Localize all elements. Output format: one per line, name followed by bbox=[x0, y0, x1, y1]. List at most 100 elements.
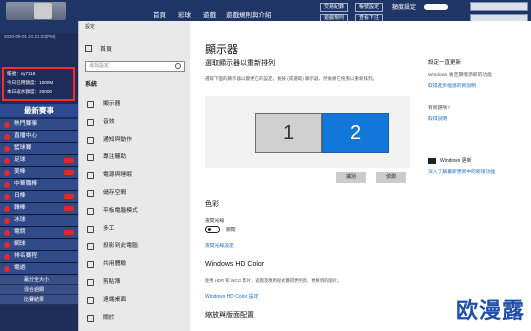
monitor-1-tile[interactable]: 1 bbox=[255, 113, 322, 153]
limit-toggle[interactable] bbox=[424, 4, 448, 10]
submenu-item[interactable]: 混合過關 bbox=[0, 285, 78, 295]
menu-item[interactable]: 中華職棒 bbox=[0, 179, 78, 191]
submenu-item[interactable]: 比賽結果 bbox=[0, 295, 78, 305]
menu-dot-icon bbox=[4, 194, 10, 200]
nav-link-home[interactable]: 首頁 bbox=[153, 9, 166, 19]
submenu-item[interactable]: 贏分全大小 bbox=[0, 275, 78, 285]
live-badge bbox=[64, 194, 74, 199]
menu-dot-icon bbox=[4, 146, 10, 152]
nav-item-shared[interactable]: 共用體驗 bbox=[79, 256, 191, 274]
night-light-settings-link[interactable]: 夜間光線設定 bbox=[205, 242, 234, 249]
user-account: 帳號：xy7118 bbox=[7, 71, 36, 76]
moon-icon bbox=[87, 154, 94, 162]
menu-dot-icon bbox=[4, 266, 10, 272]
related-text: Windows 會定期增添新的功能 bbox=[428, 73, 492, 78]
related-link[interactable]: 取得進步能感的新說明 bbox=[428, 82, 476, 89]
scale-heading: 縮放與版面配置 bbox=[205, 312, 254, 319]
clipboard-icon bbox=[87, 278, 94, 286]
menu-item[interactable]: 美棒 bbox=[0, 167, 78, 179]
menu-dot-icon bbox=[4, 170, 10, 176]
nav-item-about[interactable]: 關於 bbox=[79, 310, 191, 328]
search-icon bbox=[175, 63, 181, 69]
help-link[interactable]: 取得說明 bbox=[428, 115, 447, 122]
hdr-description: 使用 HDR 和 WCG 影片、遊戲及應用程式獲得更明亮、更鮮明的圖片。 bbox=[205, 278, 342, 283]
menu-dot-icon bbox=[4, 254, 10, 260]
monitor-icon bbox=[87, 101, 94, 108]
menu-dot-icon bbox=[4, 242, 10, 248]
speaker-icon bbox=[87, 118, 94, 126]
night-light-state: 關閉 bbox=[226, 228, 236, 233]
storage-icon bbox=[87, 189, 94, 197]
menu-item[interactable]: 日棒 bbox=[0, 191, 78, 203]
settings-nav-pane: 設定 首頁 尋找設定 系統 顯示器 音效 通知與動作 專注輔助 電源與睡眠 儲存… bbox=[78, 21, 190, 331]
nav-item-clipboard[interactable]: 剪貼簿 bbox=[79, 274, 191, 292]
nav-link-games[interactable]: 遊戲 bbox=[203, 9, 216, 19]
update-link[interactable]: 深入了解最新更新中的新增功能 bbox=[428, 168, 495, 175]
menu-dot-icon bbox=[4, 158, 10, 164]
nav-item-storage[interactable]: 儲存空間 bbox=[79, 185, 191, 203]
home-icon bbox=[85, 45, 92, 52]
account-button[interactable]: 帳號設定 bbox=[355, 3, 383, 12]
records-button[interactable]: 交易紀錄 bbox=[320, 3, 348, 12]
menu-item[interactable]: 韓棒 bbox=[0, 203, 78, 215]
window-title: 設定 bbox=[85, 24, 96, 30]
watermark: 欧漫露 bbox=[455, 299, 525, 324]
menu-dot-icon bbox=[4, 134, 10, 140]
share-icon bbox=[87, 261, 94, 269]
sidebar-heading: 最新賽事 bbox=[0, 104, 78, 117]
power-icon bbox=[87, 172, 94, 180]
menu-item[interactable]: 電競 bbox=[0, 227, 78, 239]
menu-dot-icon bbox=[4, 206, 10, 212]
nav-item-display[interactable]: 顯示器 bbox=[79, 96, 191, 114]
user-rebate-limit: 本日返水額度：20000 bbox=[7, 89, 52, 94]
nav-item-focus[interactable]: 專注輔助 bbox=[79, 149, 191, 167]
menu-item[interactable]: 籃球賽 bbox=[0, 143, 78, 155]
menu-dot-icon bbox=[4, 182, 10, 188]
info-icon bbox=[87, 314, 94, 322]
arrange-heading: 選取顯示器以重新排列 bbox=[205, 60, 275, 67]
nav-item-multitasking[interactable]: 多工 bbox=[79, 221, 191, 239]
user-info-box: 帳號：xy7118 今日已用額度：1000M 本日返水額度：20000 bbox=[2, 67, 75, 101]
nav-item-notifications[interactable]: 通知與動作 bbox=[79, 132, 191, 150]
menu-item[interactable]: 排名賽程 bbox=[0, 251, 78, 263]
nav-item-sound[interactable]: 音效 bbox=[79, 114, 191, 132]
nav-item-projecting[interactable]: 投影到此電腦 bbox=[79, 238, 191, 256]
settings-main-pane: 顯示器 選取顯示器以重新排列 選取下面的顯示器以變更它的設定。長按 (或選取) … bbox=[190, 21, 531, 331]
projector-icon bbox=[87, 243, 94, 251]
menu-item[interactable]: 網球 bbox=[0, 239, 78, 251]
live-badge bbox=[64, 170, 74, 175]
nav-link-rules[interactable]: 遊戲規則與介紹 bbox=[226, 9, 272, 19]
header-field[interactable] bbox=[470, 2, 528, 11]
page-title: 顯示器 bbox=[205, 44, 238, 56]
night-light-toggle[interactable] bbox=[205, 226, 220, 233]
notification-icon bbox=[87, 136, 94, 144]
related-text: 有問題嗎? bbox=[428, 106, 450, 111]
menu-dot-icon bbox=[4, 218, 10, 224]
identify-button[interactable]: 識別 bbox=[336, 172, 366, 183]
user-used-limit: 今日已用額度：1000M bbox=[7, 80, 54, 85]
nav-item-remote[interactable]: 遠端桌面 bbox=[79, 292, 191, 310]
related-title: 設定一直更新 bbox=[428, 60, 462, 66]
menu-item[interactable]: 直播中心 bbox=[0, 131, 78, 143]
menu-item[interactable]: 電遊 bbox=[0, 263, 78, 275]
nav-link-lottery[interactable]: 彩球 bbox=[178, 9, 191, 19]
hdr-settings-link[interactable]: Windows HD Color 設定 bbox=[205, 293, 259, 300]
menu-item[interactable]: 熱門賽事 bbox=[0, 119, 78, 131]
nav-item-tablet[interactable]: 平板電腦模式 bbox=[79, 203, 191, 221]
site-sidebar: 2020-09-01 21:21:23(PM) 帳號：xy7118 今日已用額度… bbox=[0, 33, 78, 331]
detect-button[interactable]: 偵測 bbox=[376, 172, 406, 183]
live-badge bbox=[64, 158, 74, 163]
settings-search-input[interactable]: 尋找設定 bbox=[85, 61, 185, 72]
toggle-knob bbox=[208, 228, 211, 231]
live-badge bbox=[64, 230, 74, 235]
limit-label: 額度設定 bbox=[392, 5, 417, 11]
monitor-2-tile[interactable]: 2 bbox=[322, 113, 389, 153]
system-section-label: 系統 bbox=[85, 82, 98, 88]
menu-item[interactable]: 足球 bbox=[0, 155, 78, 167]
home-button[interactable]: 首頁 bbox=[85, 44, 112, 53]
nav-item-power[interactable]: 電源與睡眠 bbox=[79, 167, 191, 185]
avatar bbox=[34, 3, 52, 19]
multitask-icon bbox=[87, 225, 94, 233]
sports-menu: 熱門賽事 直播中心 籃球賽 足球 美棒 中華職棒 日棒 韓棒 冰球 電競 網球 … bbox=[0, 119, 78, 305]
menu-item[interactable]: 冰球 bbox=[0, 215, 78, 227]
